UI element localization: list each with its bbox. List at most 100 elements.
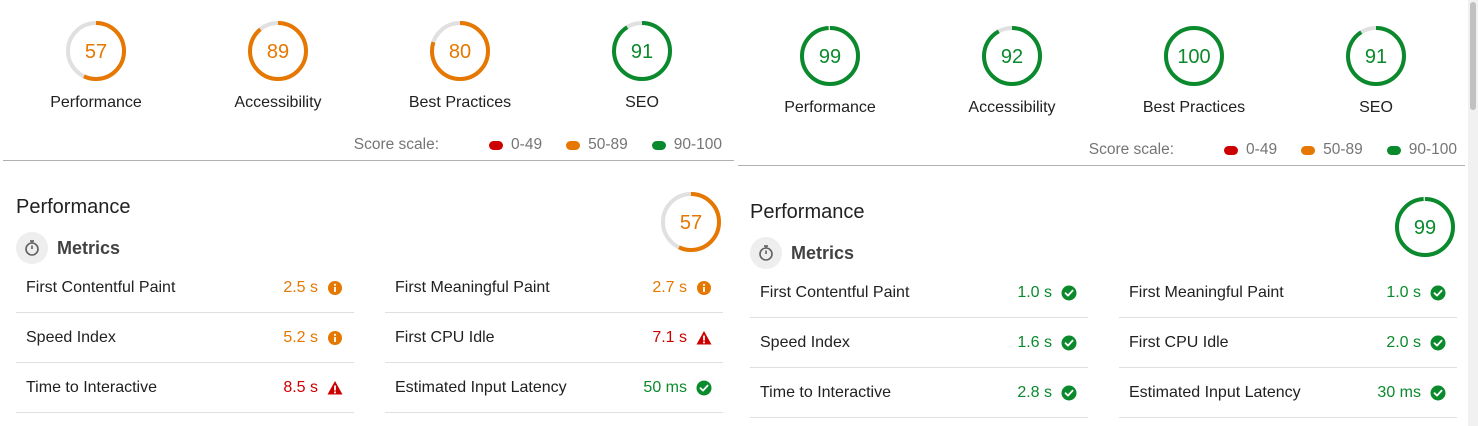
- info-circle-icon: [327, 330, 343, 346]
- gauge-label: Accessibility: [234, 94, 322, 111]
- score-gauge-icon: 91: [1346, 26, 1406, 86]
- check-circle-icon: [1430, 285, 1446, 301]
- metric-name: Estimated Input Latency: [1129, 383, 1301, 401]
- metric-name: First Contentful Paint: [26, 278, 176, 296]
- metrics-column-1: First Contentful Paint 1.0 s Speed Index…: [750, 268, 1088, 418]
- gauge-score: 57: [85, 41, 107, 63]
- section-score-gauge: 57: [660, 191, 722, 258]
- gauge-label: SEO: [625, 94, 659, 111]
- metrics-column-1: First Contentful Paint 2.5 s Speed Index…: [16, 263, 354, 413]
- section-title: Performance: [16, 196, 131, 218]
- gauge-performance[interactable]: 57 Performance: [16, 20, 176, 112]
- metrics-title: Metrics: [57, 237, 121, 258]
- metric-value: 8.5 s: [283, 378, 318, 396]
- metric-row: First Meaningful Paint 2.7 s: [385, 263, 723, 313]
- metrics-column-2: First Meaningful Paint 1.0 s First CPU I…: [1119, 268, 1457, 418]
- metrics-column-2: First Meaningful Paint 2.7 s First CPU I…: [385, 263, 723, 413]
- score-gauge-icon: 100: [1164, 26, 1224, 86]
- stopwatch-icon: [750, 237, 782, 269]
- score-scale-legend: Score scale: 0-49 50-89 90-100: [354, 136, 722, 154]
- gauge-score: 91: [1365, 46, 1387, 68]
- stopwatch-icon: [16, 232, 48, 264]
- section-title: Performance: [750, 201, 865, 223]
- divider: [738, 165, 1465, 166]
- metrics-title: Metrics: [791, 242, 855, 263]
- section-score-gauge: 99: [1394, 196, 1456, 263]
- metric-name: Time to Interactive: [26, 378, 158, 396]
- divider: [3, 160, 734, 161]
- info-circle-icon: [696, 280, 712, 296]
- metric-value: 50 ms: [643, 378, 687, 396]
- pass-dot-icon: [1386, 145, 1401, 155]
- metrics-header: Metrics: [750, 237, 854, 269]
- score-gauge-icon: 99: [1395, 197, 1455, 257]
- warning-triangle-icon: [327, 380, 343, 396]
- gauge-best-practices[interactable]: 100 Best Practices: [1114, 25, 1274, 117]
- category-gauges: 99 Performance 92 Accessibility 100 Best…: [735, 5, 1468, 130]
- legend-range: 0-49: [511, 136, 543, 153]
- metric-name: Time to Interactive: [760, 383, 892, 401]
- metric-name: First Meaningful Paint: [395, 278, 550, 296]
- vertical-scrollbar[interactable]: [1468, 0, 1478, 426]
- gauge-accessibility[interactable]: 89 Accessibility: [198, 20, 358, 112]
- metric-value: 30 ms: [1377, 383, 1421, 401]
- score-gauge-icon: 57: [66, 21, 126, 81]
- legend-pass: 90-100: [651, 136, 722, 154]
- metric-name: First CPU Idle: [395, 328, 495, 346]
- gauge-score: 100: [1177, 46, 1210, 68]
- metric-name: Estimated Input Latency: [395, 378, 567, 396]
- gauge-accessibility[interactable]: 92 Accessibility: [932, 25, 1092, 117]
- metric-value: 2.0 s: [1386, 333, 1421, 351]
- metric-value: 7.1 s: [652, 328, 687, 346]
- gauge-label: Performance: [50, 94, 142, 111]
- average-dot-icon: [566, 140, 581, 150]
- legend-range: 0-49: [1246, 141, 1278, 158]
- scrollbar-thumb[interactable]: [1470, 2, 1476, 110]
- metric-value: 1.6 s: [1017, 333, 1052, 351]
- metric-value: 1.0 s: [1017, 283, 1052, 301]
- metrics-header: Metrics: [16, 232, 120, 264]
- gauge-label: Accessibility: [968, 99, 1056, 116]
- gauge-best-practices[interactable]: 80 Best Practices: [380, 20, 540, 112]
- metric-name: First CPU Idle: [1129, 333, 1229, 351]
- legend-fail: 0-49: [1224, 141, 1277, 159]
- score-gauge-icon: 80: [430, 21, 490, 81]
- metric-row: Time to Interactive 2.8 s: [750, 368, 1088, 418]
- legend-pass: 90-100: [1386, 141, 1457, 159]
- category-gauges: 57 Performance 89 Accessibility 80 Best …: [0, 0, 735, 125]
- legend-average: 50-89: [1301, 141, 1363, 159]
- legend-average: 50-89: [566, 136, 628, 154]
- gauge-label: Performance: [784, 99, 876, 116]
- gauge-seo[interactable]: 91 SEO: [1296, 25, 1456, 117]
- check-circle-icon: [1061, 385, 1077, 401]
- metric-row: First Contentful Paint 2.5 s: [16, 263, 354, 313]
- metric-value: 1.0 s: [1386, 283, 1421, 301]
- gauge-label: SEO: [1359, 99, 1393, 116]
- check-circle-icon: [1430, 385, 1446, 401]
- check-circle-icon: [1430, 335, 1446, 351]
- metric-value: 2.5 s: [283, 278, 318, 296]
- legend-range: 50-89: [588, 136, 628, 153]
- gauge-score: 57: [680, 212, 702, 234]
- check-circle-icon: [1061, 335, 1077, 351]
- legend-range: 90-100: [1408, 141, 1457, 158]
- report-panel-left: 57 Performance 89 Accessibility 80 Best …: [0, 0, 735, 426]
- metric-name: Speed Index: [26, 328, 116, 346]
- gauge-seo[interactable]: 91 SEO: [562, 20, 722, 112]
- score-gauge-icon: 57: [661, 192, 721, 252]
- gauge-label: Best Practices: [1142, 99, 1246, 116]
- gauge-score: 89: [267, 41, 289, 63]
- pass-dot-icon: [651, 140, 666, 150]
- legend-range: 90-100: [673, 136, 722, 153]
- average-dot-icon: [1301, 145, 1316, 155]
- metric-row: Estimated Input Latency 50 ms: [385, 363, 723, 413]
- score-scale-title: Score scale:: [353, 136, 440, 153]
- metric-row: Speed Index 5.2 s: [16, 313, 354, 363]
- gauge-performance[interactable]: 99 Performance: [750, 25, 910, 117]
- report-panel-right: 99 Performance 92 Accessibility 100 Best…: [735, 0, 1468, 426]
- metric-row: First Contentful Paint 1.0 s: [750, 268, 1088, 318]
- fail-dot-icon: [1224, 145, 1239, 155]
- warning-triangle-icon: [696, 330, 712, 346]
- gauge-label: Best Practices: [408, 94, 512, 111]
- metric-row: First CPU Idle 2.0 s: [1119, 318, 1457, 368]
